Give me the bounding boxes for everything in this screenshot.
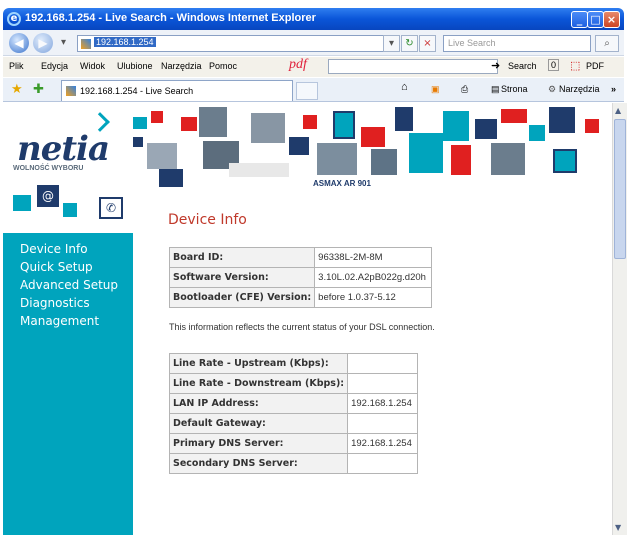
history-dropdown-icon[interactable]: ▾ xyxy=(55,35,72,52)
sidebar-item-advanced-setup[interactable]: Advanced Setup xyxy=(20,276,118,294)
sidebar: netia WOLNOŚĆ WYBORU @ ✆ Device Info Qui… xyxy=(3,103,133,535)
new-tab-button[interactable] xyxy=(296,82,318,100)
scroll-down-icon[interactable]: ▼ xyxy=(615,523,621,532)
tab-favicon-icon xyxy=(66,86,76,96)
refresh-icon[interactable]: ↻ xyxy=(401,35,418,52)
live-search-input[interactable]: Live Search xyxy=(443,35,591,52)
tab-bar: ★ ✚ 192.168.1.254 - Live Search ⌂ ▣ ⎙ ▤ … xyxy=(3,78,624,102)
table-row: Line Rate - Upstream (Kbps): xyxy=(168,353,419,374)
row-label: Line Rate - Upstream (Kbps): xyxy=(168,353,349,374)
row-value xyxy=(347,373,419,394)
search-icon[interactable]: ⌕ xyxy=(595,35,619,52)
sidebar-item-device-info[interactable]: Device Info xyxy=(20,240,118,258)
main-content: Device Info xyxy=(168,212,247,228)
browser-window: e 192.168.1.254 - Live Search - Windows … xyxy=(0,0,627,535)
minimize-button[interactable]: _ xyxy=(571,11,588,28)
table-row: Default Gateway: xyxy=(168,413,419,434)
address-dropdown-icon[interactable]: ▾ xyxy=(383,35,400,52)
menu-tools[interactable]: Narzędzia xyxy=(161,61,202,71)
brand-tagline: WOLNOŚĆ WYBORU xyxy=(13,165,84,172)
stop-icon[interactable]: × xyxy=(419,35,436,52)
add-favorite-icon[interactable]: ✚ xyxy=(33,81,44,97)
table-row: Bootloader (CFE) Version: before 1.0.37-… xyxy=(168,287,433,308)
vertical-scrollbar[interactable]: ▲ ▼ xyxy=(612,103,627,535)
row-value: 96338L-2M-8M xyxy=(314,247,433,268)
page-title: Device Info xyxy=(168,212,247,228)
count-badge: 0 xyxy=(548,59,560,71)
menu-edit[interactable]: Edycja xyxy=(41,61,68,71)
back-icon[interactable]: ◀ xyxy=(9,33,29,53)
toolbar-overflow-icon[interactable]: » xyxy=(611,84,616,94)
ie-logo-icon: e xyxy=(7,12,21,26)
maximize-button[interactable]: □ xyxy=(587,11,604,28)
title-bar: e 192.168.1.254 - Live Search - Windows … xyxy=(3,8,624,30)
table-row: Secondary DNS Server: xyxy=(168,453,419,474)
pdf-icon: ⬚ xyxy=(570,60,581,72)
sidebar-item-diagnostics[interactable]: Diagnostics xyxy=(20,294,118,312)
scrollbar-thumb[interactable] xyxy=(614,119,626,259)
row-value: 192.168.1.254 xyxy=(347,393,419,414)
favorites-star-icon[interactable]: ★ xyxy=(11,81,23,97)
table-row: Board ID: 96338L-2M-8M xyxy=(168,247,433,268)
table-row: Primary DNS Server: 192.168.1.254 xyxy=(168,433,419,454)
menu-favorites[interactable]: Ulubione xyxy=(117,61,153,71)
row-label: Line Rate - Downstream (Kbps): xyxy=(168,373,349,394)
page-menu[interactable]: Strona xyxy=(501,84,528,94)
table-row: Software Version: 3.10L.02.A2pB022g.d20h xyxy=(168,267,433,288)
forward-icon[interactable]: ▶ xyxy=(33,33,53,53)
header-banner: ASMAX AR 901 xyxy=(133,103,612,193)
dsl-status-table: Line Rate - Upstream (Kbps): Line Rate -… xyxy=(168,353,419,474)
feeds-icon[interactable]: ▣ xyxy=(431,84,440,95)
row-label: Board ID: xyxy=(168,247,316,268)
row-value xyxy=(347,413,419,434)
row-label: Software Version: xyxy=(168,267,316,288)
address-toolbar: ◀ ▶ ▾ 192.168.1.254 ▾ ↻ × Live Search ⌕ xyxy=(3,30,624,56)
site-favicon-icon xyxy=(81,39,91,49)
row-value xyxy=(347,353,419,374)
address-url: 192.168.1.254 xyxy=(94,37,156,47)
tools-gear-icon: ⚙ xyxy=(548,84,557,94)
search-go-icon[interactable]: ➜ xyxy=(491,59,500,72)
menu-bar: Plik Edycja Widok Ulubione Narzędzia Pom… xyxy=(3,57,624,77)
row-label: LAN IP Address: xyxy=(168,393,349,414)
row-value: 192.168.1.254 xyxy=(347,433,419,454)
row-label: Secondary DNS Server: xyxy=(168,453,349,474)
row-label: Primary DNS Server: xyxy=(168,433,349,454)
row-value xyxy=(347,453,419,474)
tab-current[interactable]: 192.168.1.254 - Live Search xyxy=(61,80,293,101)
pdf-button[interactable]: PDF xyxy=(586,61,604,71)
sidebar-item-quick-setup[interactable]: Quick Setup xyxy=(20,258,118,276)
pdf-search-input[interactable] xyxy=(328,59,498,74)
row-value: 3.10L.02.A2pB022g.d20h xyxy=(314,267,433,288)
close-button[interactable]: × xyxy=(603,11,620,28)
email-icon: @ xyxy=(37,185,59,207)
device-model-label: ASMAX AR 901 xyxy=(313,179,371,191)
menu-file[interactable]: Plik xyxy=(9,61,24,71)
scroll-up-icon[interactable]: ▲ xyxy=(615,106,621,115)
sidebar-item-management[interactable]: Management xyxy=(20,312,118,330)
sidebar-menu: Device Info Quick Setup Advanced Setup D… xyxy=(20,240,118,330)
tab-title: 192.168.1.254 - Live Search xyxy=(80,86,194,96)
table-row: Line Rate - Downstream (Kbps): xyxy=(168,373,419,394)
pdf-toolbar-label: pdf xyxy=(289,57,307,72)
menu-view[interactable]: Widok xyxy=(80,61,105,71)
phone-icon: ✆ xyxy=(99,197,123,219)
home-icon[interactable]: ⌂ xyxy=(401,81,408,93)
table-row: LAN IP Address: 192.168.1.254 xyxy=(168,393,419,414)
row-label: Bootloader (CFE) Version: xyxy=(168,287,316,308)
menu-help[interactable]: Pomoc xyxy=(209,61,237,71)
row-label: Default Gateway: xyxy=(168,413,349,434)
tools-menu[interactable]: Narzędzia xyxy=(559,84,600,94)
window-title: 192.168.1.254 - Live Search - Windows In… xyxy=(25,12,316,24)
page-icon: ▤ xyxy=(491,84,500,94)
address-input[interactable]: 192.168.1.254 xyxy=(77,35,397,52)
logo-area: netia WOLNOŚĆ WYBORU @ ✆ xyxy=(3,103,133,233)
device-info-table: Board ID: 96338L-2M-8M Software Version:… xyxy=(168,247,433,308)
row-value: before 1.0.37-5.12 xyxy=(314,287,433,308)
status-note: This information reflects the current st… xyxy=(169,322,435,332)
print-icon[interactable]: ⎙ xyxy=(461,84,468,95)
search-button[interactable]: Search xyxy=(508,61,537,71)
netia-logo: netia xyxy=(17,129,110,169)
